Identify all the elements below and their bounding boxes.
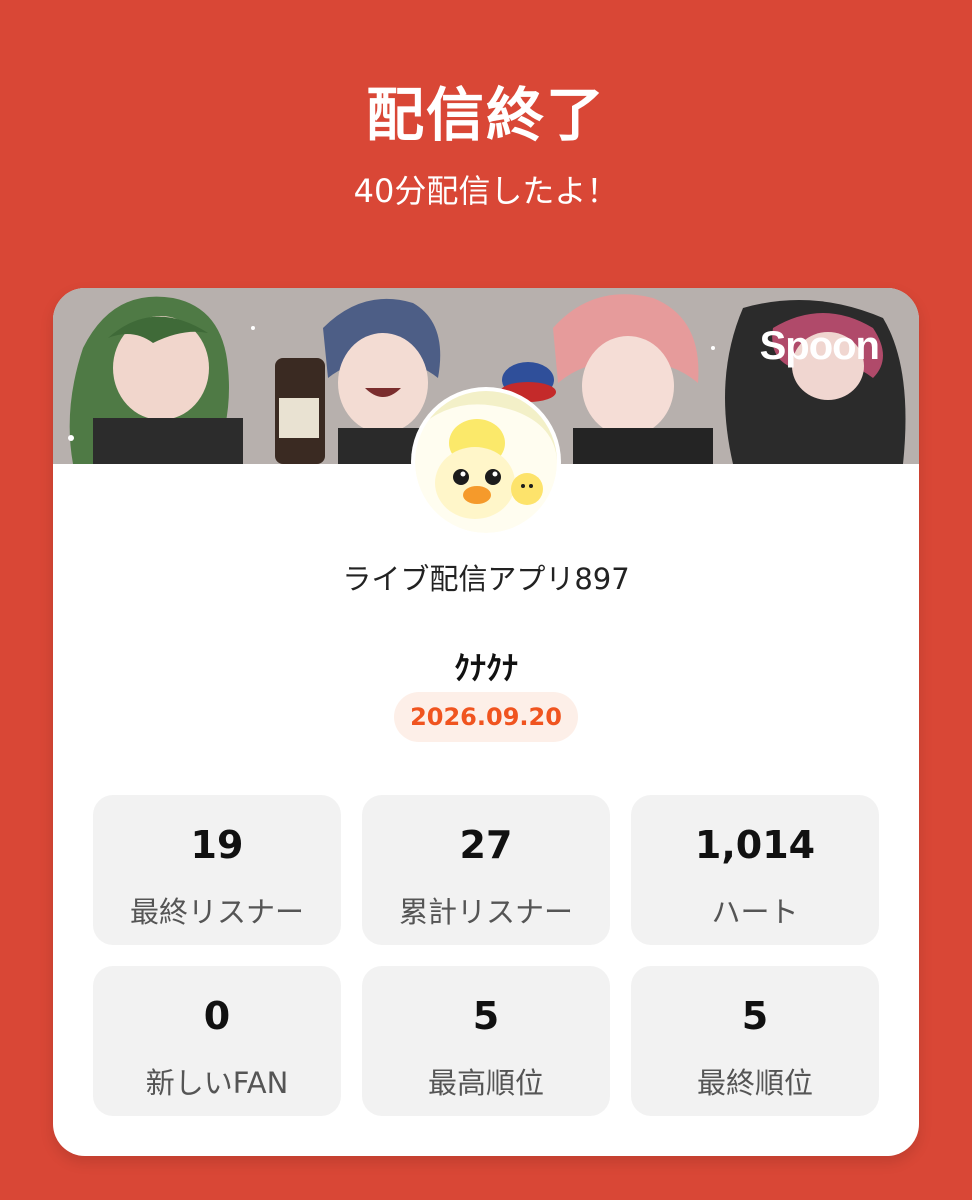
stat-highest-rank: 5 最高順位 (362, 966, 610, 1116)
user-name: ｸﾅｸﾅ (453, 649, 518, 687)
page-title: 配信終了 (365, 81, 606, 149)
stat-value: 27 (459, 823, 513, 867)
page-subtitle: 40分配信したよ！ (353, 172, 619, 210)
stat-value: 19 (190, 823, 244, 867)
stat-hearts: 1,014 ハート (631, 795, 879, 945)
stat-final-listeners: 19 最終リスナー (93, 795, 341, 945)
stat-label: 最終リスナー (129, 895, 304, 929)
avatar[interactable] (415, 391, 557, 533)
stat-value: 5 (741, 994, 769, 1038)
stat-label: ハート (711, 895, 799, 929)
stat-label: 新しいFAN (145, 1066, 289, 1100)
spoon-logo: Spoon (759, 324, 880, 368)
stat-label: 最終順位 (696, 1066, 813, 1100)
broadcast-summary-card: Spoon ライブ配信アプリ897 ｸﾅｸﾅ 2026.09.20 19 最終リ… (53, 288, 919, 1156)
stat-value: 5 (472, 994, 500, 1038)
app-name: ライブ配信アプリ897 (342, 562, 630, 596)
stat-value: 0 (203, 994, 231, 1038)
stat-value: 1,014 (694, 823, 816, 867)
duck-avatar-icon (415, 391, 557, 533)
stat-total-listeners: 27 累計リスナー (362, 795, 610, 945)
stat-label: 累計リスナー (398, 895, 573, 929)
stat-new-fans: 0 新しいFAN (93, 966, 341, 1116)
date-badge: 2026.09.20 (394, 692, 578, 742)
stat-final-rank: 5 最終順位 (631, 966, 879, 1116)
stat-label: 最高順位 (427, 1066, 544, 1100)
